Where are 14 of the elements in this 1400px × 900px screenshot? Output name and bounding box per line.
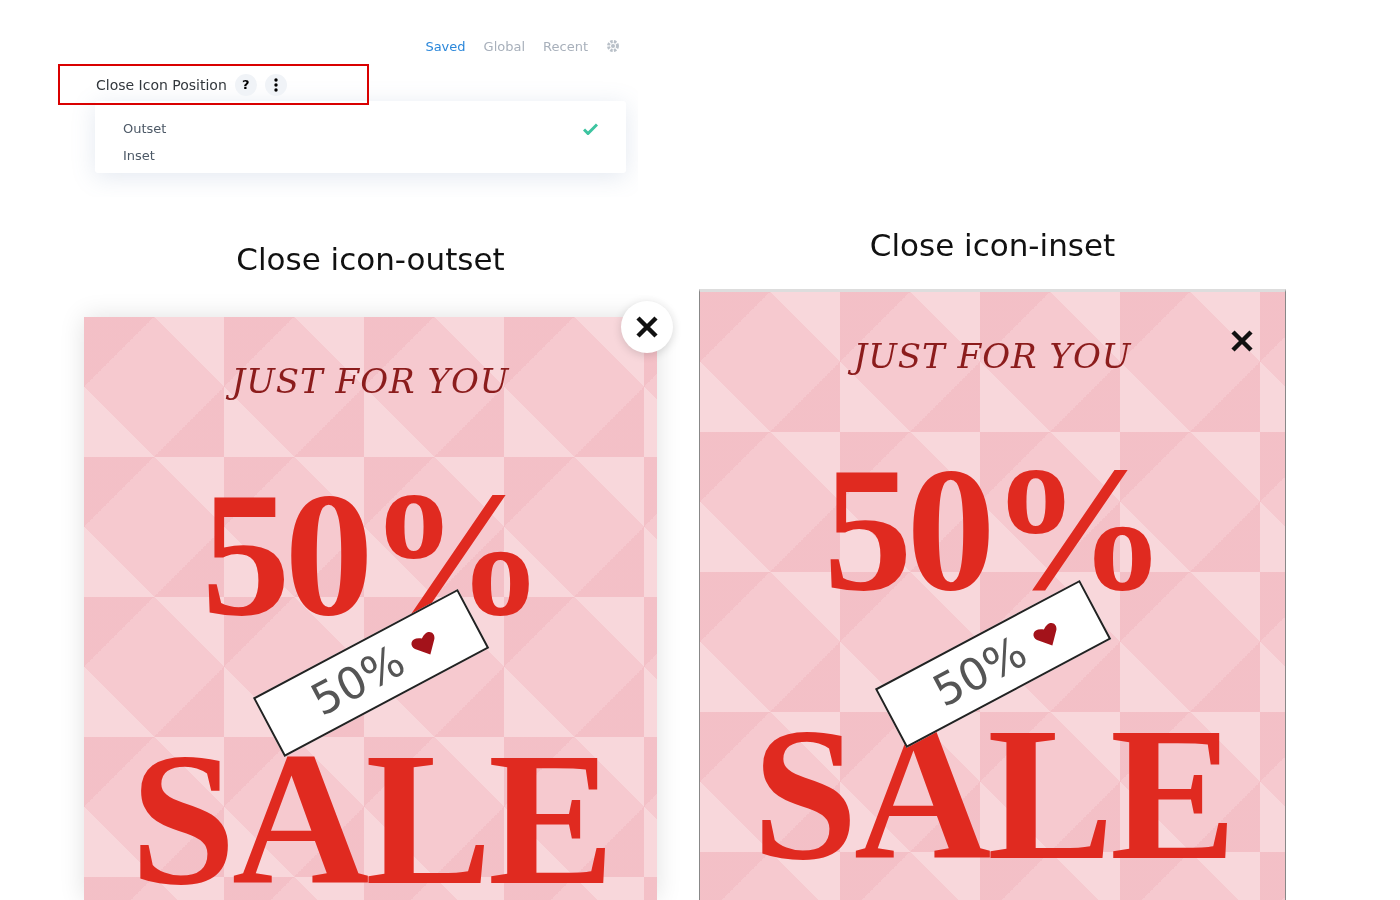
menu-option[interactable]: Inset <box>95 142 626 169</box>
close-icon <box>635 315 659 339</box>
setting-label: Close Icon Position <box>96 76 227 93</box>
tab[interactable]: Saved <box>425 38 466 54</box>
help-button[interactable]: ? <box>234 73 257 96</box>
kebab-icon <box>273 77 278 92</box>
banner-headline: JUST FOR YOU <box>221 359 520 404</box>
close-icon <box>1230 329 1254 353</box>
more-options-button[interactable] <box>264 73 287 96</box>
banner-headline: JUST FOR YOU <box>843 334 1142 379</box>
menu-option[interactable]: Outset <box>95 115 626 142</box>
preview-caption: Close icon-inset <box>868 227 1117 263</box>
close-button[interactable] <box>621 301 673 353</box>
preview-caption: Close icon-outset <box>235 241 506 277</box>
